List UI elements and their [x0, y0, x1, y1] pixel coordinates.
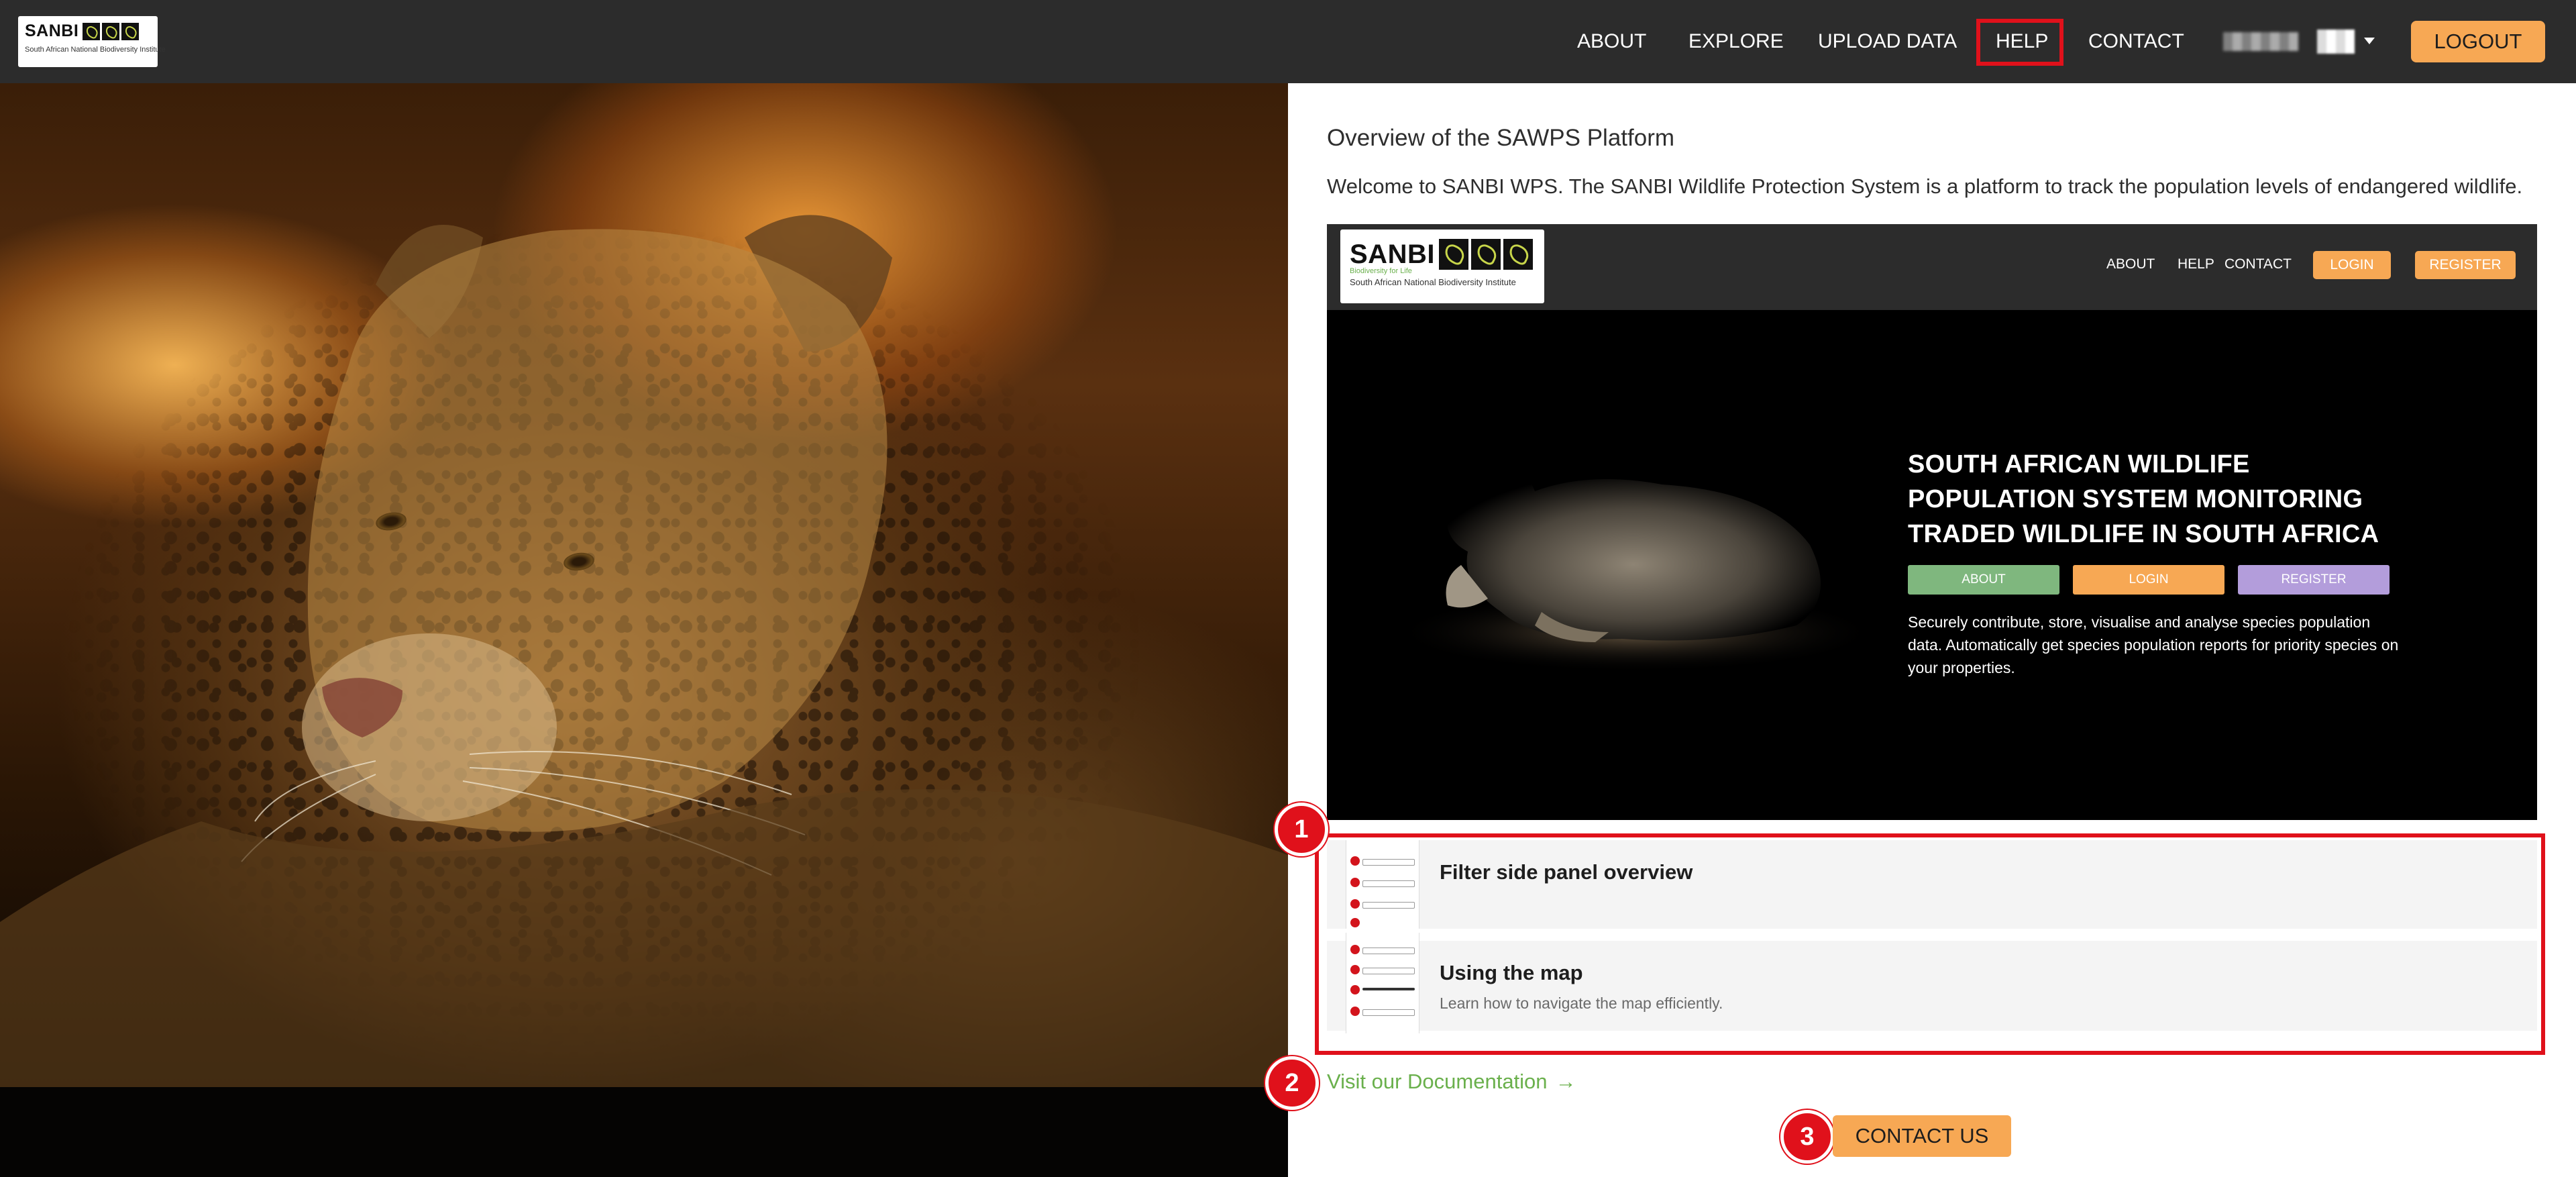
logo-wordmark: SANBI	[25, 21, 79, 40]
page-title: Overview of the SAWPS Platform	[1327, 125, 1675, 151]
preview-hero: SOUTH AFRICAN WILDLIFE POPULATION SYSTEM…	[1327, 310, 2537, 820]
preview-logo: SANBI Biodiversity for Life South Africa…	[1340, 229, 1544, 303]
platform-preview-image: SANBI Biodiversity for Life South Africa…	[1327, 224, 2537, 820]
documentation-link[interactable]: Visit our Documentation →	[1327, 1070, 1576, 1094]
tutorial-title: Using the map	[1440, 961, 1583, 984]
tutorial-card-using-map[interactable]: Using the map Learn how to navigate the …	[1327, 933, 2537, 1033]
contact-us-button[interactable]: CONTACT US	[1833, 1115, 2011, 1157]
nav-explore[interactable]: EXPLORE	[1688, 27, 1784, 56]
preview-login-cta: LOGIN	[2073, 565, 2224, 595]
documentation-link-label: Visit our Documentation	[1327, 1070, 1548, 1093]
nav-help[interactable]: HELP	[1996, 27, 2048, 56]
welcome-text: Welcome to SANBI WPS. The SANBI Wildlife…	[1327, 174, 2523, 198]
nav-contact[interactable]: CONTACT	[2088, 27, 2184, 56]
arrow-right-icon: →	[1555, 1070, 1576, 1093]
user-avatar-redacted[interactable]	[2317, 30, 2355, 54]
preview-logo-word: SANBI	[1350, 239, 1435, 269]
preview-navbar: SANBI Biodiversity for Life South Africa…	[1327, 224, 2537, 310]
preview-description: Securely contribute, store, visualise an…	[1908, 613, 2399, 676]
logo-subtitle: South African National Biodiversity Inst…	[25, 46, 166, 54]
callout-badge-1: 1	[1275, 803, 1328, 856]
preview-nav-about: ABOUT	[2106, 256, 2155, 272]
tutorial-card-filter-panel[interactable]: Filter side panel overview	[1327, 840, 2537, 929]
callout-badge-3: 3	[1780, 1110, 1834, 1164]
leopard-hero-image	[0, 83, 1288, 1177]
nav-upload-data[interactable]: UPLOAD DATA	[1818, 27, 1957, 56]
preview-register-cta: REGISTER	[2238, 565, 2390, 595]
user-name-redacted[interactable]	[2223, 32, 2298, 51]
logout-button[interactable]: LOGOUT	[2411, 21, 2545, 62]
nav-about[interactable]: ABOUT	[1577, 27, 1646, 56]
help-content-panel: Overview of the SAWPS Platform Welcome t…	[1265, 83, 2576, 1177]
tutorial-title: Filter side panel overview	[1440, 860, 1693, 884]
map-thumbnail	[1346, 933, 1419, 1033]
top-navbar: SANBI South African National Biodiversit…	[0, 0, 2576, 83]
preview-register-button: REGISTER	[2415, 251, 2516, 279]
preview-nav-contact: CONTACT	[2224, 256, 2292, 272]
filter-panel-thumbnail	[1346, 840, 1419, 929]
callout-badge-2: 2	[1265, 1056, 1319, 1110]
rhino-photo	[1394, 471, 1877, 672]
sanbi-logo[interactable]: SANBI South African National Biodiversit…	[18, 16, 166, 67]
preview-nav-help: HELP	[2178, 256, 2214, 272]
leopard-photo	[0, 83, 1288, 1087]
preview-headline: SOUTH AFRICAN WILDLIFE POPULATION SYSTEM…	[1908, 450, 2379, 548]
preview-login-button: LOGIN	[2313, 251, 2391, 279]
chevron-down-icon[interactable]	[2364, 38, 2375, 44]
preview-about-cta: ABOUT	[1908, 565, 2059, 595]
tutorial-subtitle: Learn how to navigate the map efficientl…	[1440, 994, 1723, 1012]
preview-logo-subtitle: South African National Biodiversity Inst…	[1350, 277, 1516, 287]
logo-tiles	[83, 22, 140, 40]
